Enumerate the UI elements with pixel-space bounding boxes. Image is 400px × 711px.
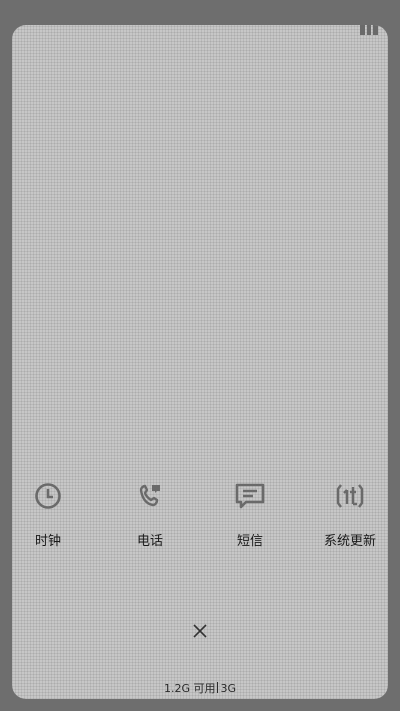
clock-icon (32, 480, 64, 512)
device-frame: 时钟 电话 短信 系统更新 1.2G 可用 3G (0, 0, 400, 711)
app-clock[interactable]: 时钟 (12, 480, 88, 549)
recent-apps-screen: 时钟 电话 短信 系统更新 1.2G 可用 3G (12, 25, 388, 699)
app-phone-label: 电话 (136, 534, 163, 549)
app-phone[interactable]: 电话 (110, 480, 190, 549)
memory-status: 1.2G 可用 3G (12, 680, 388, 696)
close-icon (193, 624, 207, 638)
battery-icon (360, 25, 379, 35)
memory-available: 1.2G 可用 (163, 682, 216, 695)
phone-icon (134, 480, 166, 512)
system-update-icon (334, 480, 366, 512)
app-messages[interactable]: 短信 (210, 480, 290, 549)
app-messages-label: 短信 (236, 534, 263, 549)
message-icon (234, 480, 266, 512)
app-system-update[interactable]: 系统更新 (310, 480, 388, 549)
app-system-update-label: 系统更新 (323, 534, 376, 549)
recent-apps-row: 时钟 电话 短信 系统更新 (12, 480, 388, 560)
clear-all-button[interactable] (190, 621, 210, 641)
memory-separator (217, 682, 219, 693)
app-clock-label: 时钟 (34, 534, 61, 549)
memory-total: 3G (220, 682, 237, 695)
